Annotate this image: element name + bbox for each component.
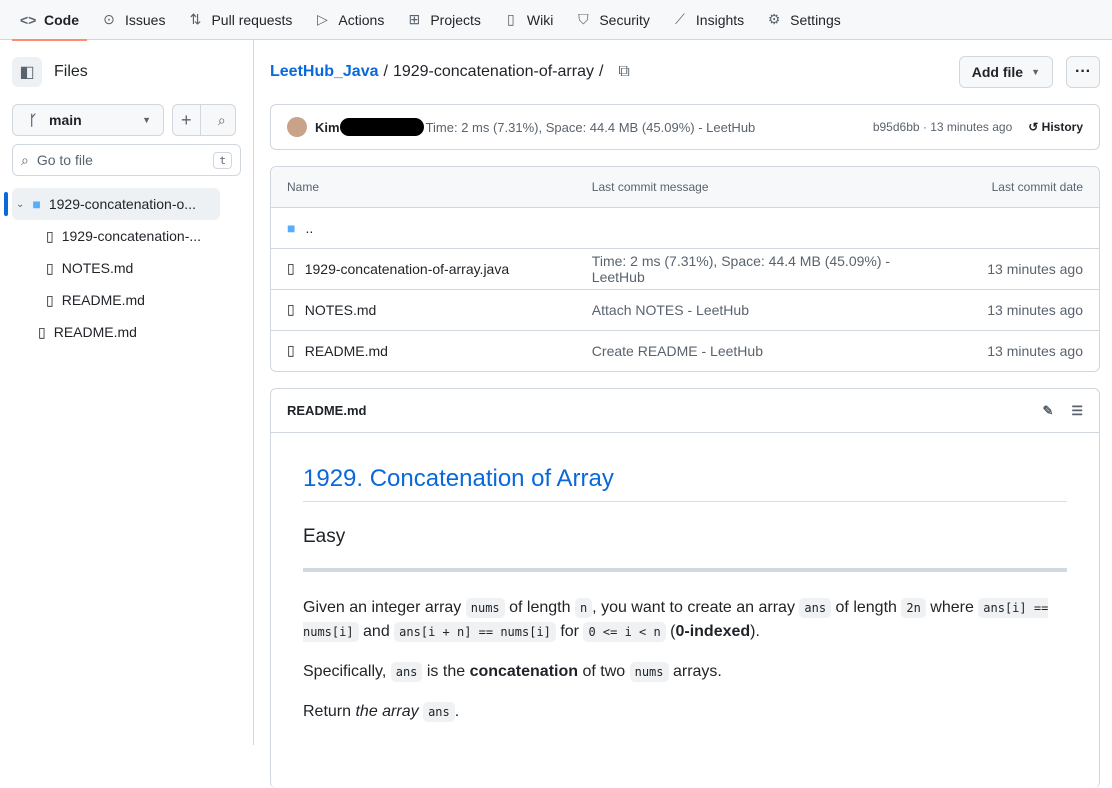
table-row[interactable]: ▯ NOTES.md Attach NOTES - LeetHub 13 minute…	[271, 289, 1099, 331]
folder-icon: ■	[32, 196, 41, 212]
tab-wiki[interactable]: ▯ Wiki	[495, 0, 561, 40]
tab-insights[interactable]: ⟋ Insights	[664, 0, 752, 40]
history-button[interactable]: ↺ History	[1028, 120, 1083, 134]
file-tree-sidebar: ◧ Files ᚴ main ▼ + ⌕ ⌕ Go to file t ⌄ ■ 1929-co…	[0, 40, 254, 745]
tree-file[interactable]: ▯ README.md	[12, 284, 241, 316]
kebab-horizontal-icon: ···	[1075, 63, 1091, 80]
file-icon: ▯	[46, 291, 54, 308]
commit-message[interactable]: Time: 2 ms (7.31%), Space: 44.4 MB (45.0…	[426, 120, 756, 135]
file-tree: ⌄ ■ 1929-concatenation-o... ▯ 1929-concaten…	[4, 188, 241, 348]
add-file-button[interactable]: Add file ▼	[958, 56, 1054, 88]
difficulty: Easy	[303, 526, 346, 547]
file-icon: ▯	[46, 259, 54, 276]
tab-actions[interactable]: ▷ Actions	[306, 0, 392, 40]
tab-settings[interactable]: ⚙ Settings	[758, 0, 849, 40]
chevron-down-icon: ⌄	[16, 198, 25, 210]
file-icon: ▯	[287, 342, 295, 359]
file-table: Name Last commit message Last commit date …	[270, 166, 1100, 372]
latest-commit-bar: Kim Time: 2 ms (7.31%), Space: 44.4 MB (…	[270, 104, 1100, 150]
problem-paragraph-3: Return the array ans.	[303, 702, 460, 722]
table-row[interactable]: ▯ 1929-concatenation-of-array.java Time: 2…	[271, 248, 1099, 290]
tree-file[interactable]: ▯ 1929-concatenation-...	[12, 220, 241, 252]
tree-folder[interactable]: ⌄ ■ 1929-concatenation-o...	[4, 188, 220, 220]
table-icon: ⊞	[408, 11, 421, 27]
file-icon: ▯	[46, 227, 54, 244]
file-icon: ▯	[287, 301, 295, 317]
repo-link[interactable]: LeetHub_Java	[270, 63, 379, 81]
commit-author[interactable]: Kim	[315, 120, 340, 135]
code-icon: <>	[20, 11, 37, 28]
file-icon: ▯	[38, 323, 46, 340]
graph-icon: ⟋	[675, 11, 685, 27]
branch-selector[interactable]: ᚴ main ▼	[12, 104, 164, 136]
col-date: Last commit date	[945, 167, 1099, 208]
sidebar-icon: ◧	[19, 64, 35, 81]
book-icon: ▯	[507, 11, 515, 27]
issue-icon: ⊙	[103, 11, 115, 27]
files-heading: Files	[54, 63, 88, 80]
go-to-file-input[interactable]: ⌕ Go to file t	[12, 144, 241, 176]
add-file-plus-icon[interactable]: +	[173, 105, 201, 135]
problem-paragraph-1: Given an integer array nums of length n,…	[303, 598, 1049, 642]
readme-panel: README.md ✎ ☰ 1929. Concatenation of Array…	[270, 388, 1100, 788]
problem-paragraph-2: Specifically, ans is the concatenation o…	[303, 662, 722, 682]
tab-projects[interactable]: ⊞ Projects	[398, 0, 489, 40]
tree-file[interactable]: ▯ NOTES.md	[12, 252, 241, 284]
pull-request-icon: ⇅	[189, 11, 202, 27]
breadcrumb: LeetHub_Java/ 1929-concatenation-of-arra…	[270, 56, 1100, 88]
redacted-block	[339, 118, 424, 136]
caret-down-icon: ▼	[142, 115, 151, 125]
tree-actions: + ⌕	[172, 104, 236, 136]
tab-security[interactable]: ⛉ Security	[567, 0, 658, 40]
readme-title[interactable]: 1929. Concatenation of Array	[303, 465, 1067, 502]
tab-pull-requests[interactable]: ⇅ Pull requests	[179, 0, 300, 40]
tab-code[interactable]: <> Code	[12, 0, 87, 41]
collapse-sidebar-button[interactable]: ◧	[12, 57, 42, 87]
readme-filename: README.md	[287, 403, 367, 418]
table-row[interactable]: ■..	[271, 207, 1099, 249]
commit-meta[interactable]: b95d6bb · 13 minutes ago	[873, 120, 1012, 134]
history-icon: ↺	[1028, 120, 1042, 134]
branch-icon: ᚴ	[28, 112, 38, 128]
search-icon[interactable]: ⌕	[209, 112, 236, 129]
shortcut-key: t	[213, 151, 232, 169]
folder-icon: ■	[287, 219, 296, 236]
divider	[303, 568, 1067, 572]
search-icon: ⌕	[21, 151, 29, 168]
avatar[interactable]	[287, 117, 307, 137]
pencil-icon[interactable]: ✎	[1042, 403, 1053, 419]
col-name: Name	[271, 167, 576, 208]
main-content: LeetHub_Java/ 1929-concatenation-of-arra…	[270, 40, 1100, 788]
more-options-button[interactable]: ···	[1066, 56, 1100, 88]
file-icon: ▯	[287, 260, 295, 276]
repo-nav: <> Code ⊙ Issues ⇅ Pull requests ▷ Actions ⊞…	[0, 0, 1112, 41]
outline-list-icon[interactable]: ☰	[1071, 403, 1083, 419]
shield-icon: ⛉	[578, 11, 589, 27]
play-icon: ▷	[317, 11, 328, 27]
table-row[interactable]: ▯ README.md Create README - LeetHub 13 minu…	[271, 330, 1099, 371]
caret-down-icon: ▼	[1031, 67, 1041, 77]
tree-file[interactable]: ▯ README.md	[12, 316, 241, 348]
col-message: Last commit message	[575, 167, 946, 208]
current-folder: 1929-concatenation-of-array	[392, 63, 594, 80]
tab-issues[interactable]: ⊙ Issues	[93, 0, 173, 40]
gear-icon: ⚙	[767, 11, 781, 27]
copy-icon[interactable]: ⧉	[618, 63, 629, 81]
